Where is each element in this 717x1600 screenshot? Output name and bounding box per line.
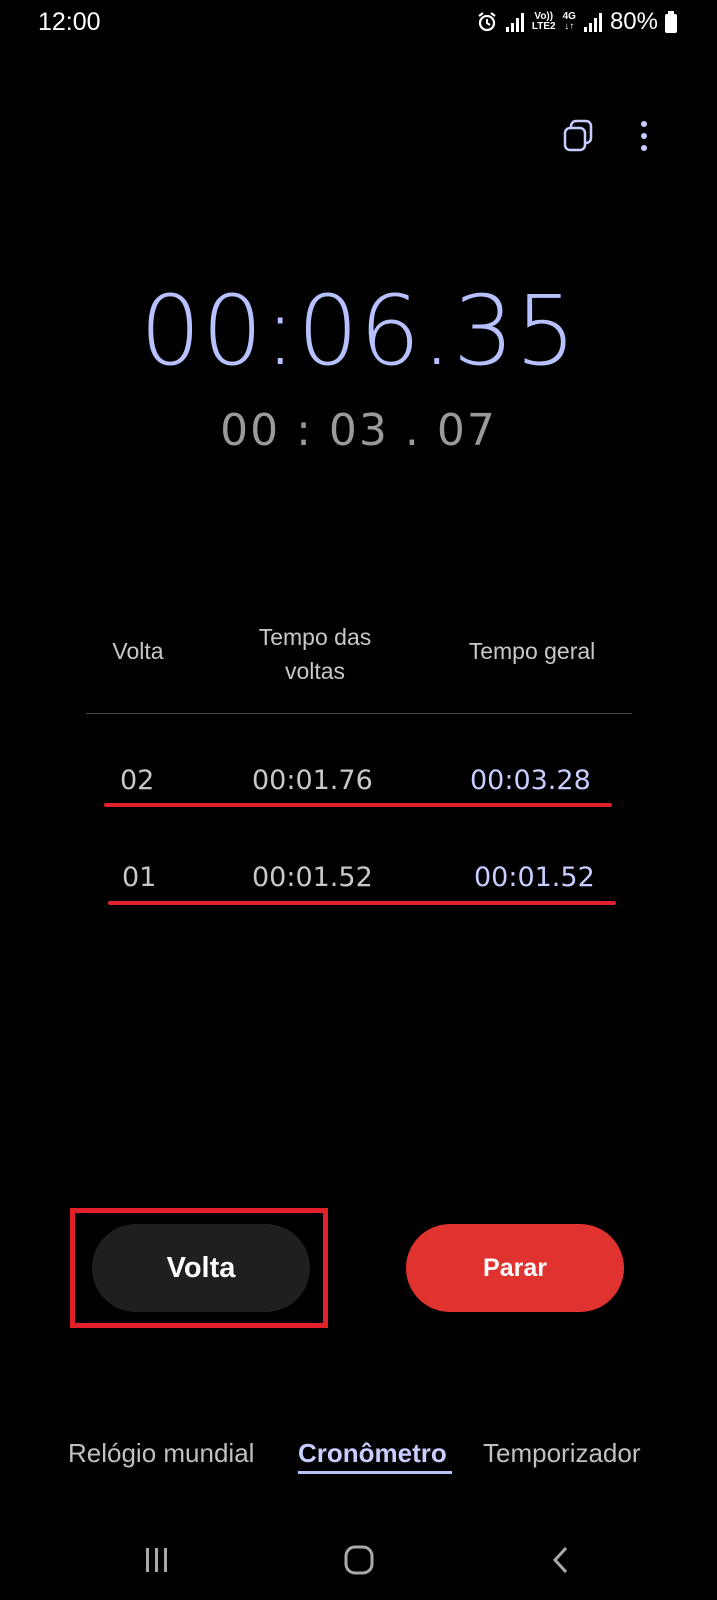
recents-icon[interactable] — [127, 1535, 187, 1585]
status-icons: Vo)) LTE2 4G ↓↑ 80% — [476, 8, 677, 36]
lap-number: 02 — [120, 765, 155, 796]
alarm-icon — [476, 11, 498, 33]
header-lap-time-line2: voltas — [284, 658, 346, 684]
tab-stopwatch[interactable]: Cronômetro — [298, 1438, 447, 1469]
signal-icon-2 — [583, 11, 603, 33]
lap-total-time: 00:01.52 — [474, 862, 595, 893]
network-type: 4G ↓↑ — [563, 12, 576, 32]
header-lap: Volta — [112, 638, 164, 664]
lap-split-time: 00:01.76 — [252, 765, 373, 796]
annotation-highlight-box — [70, 1208, 328, 1328]
battery-percent: 80% — [609, 8, 658, 35]
header-lap-time-line1: Tempo das — [258, 624, 372, 650]
status-time: 12:00 — [38, 8, 101, 36]
volte-label-bottom: LTE2 — [531, 21, 556, 32]
back-icon[interactable] — [531, 1535, 591, 1585]
header-total-time: Tempo geral — [468, 638, 596, 664]
signal-icon — [505, 11, 525, 33]
more-options-icon[interactable] — [624, 116, 664, 156]
home-icon[interactable] — [329, 1535, 389, 1585]
annotation-underline — [104, 803, 612, 807]
volte-indicator: Vo)) LTE2 — [532, 12, 556, 32]
table-divider — [86, 713, 632, 714]
tab-active-indicator — [298, 1471, 452, 1474]
total-elapsed-time: 00:06.35 — [139, 275, 578, 387]
picture-in-picture-icon[interactable] — [558, 116, 598, 156]
header-lap-time: Tempo das voltas — [220, 620, 410, 688]
annotation-underline — [108, 901, 616, 905]
current-lap-time: 00 : 03 . 07 — [220, 405, 497, 456]
battery-icon — [665, 11, 677, 33]
lap-number: 01 — [122, 862, 157, 893]
lap-split-time: 00:01.52 — [252, 862, 373, 893]
data-arrows-icon: ↓↑ — [564, 21, 575, 32]
tab-timer[interactable]: Temporizador — [483, 1438, 641, 1469]
tab-world-clock[interactable]: Relógio mundial — [68, 1438, 254, 1469]
lap-total-time: 00:03.28 — [470, 765, 591, 796]
stop-button[interactable]: Parar — [406, 1224, 624, 1312]
